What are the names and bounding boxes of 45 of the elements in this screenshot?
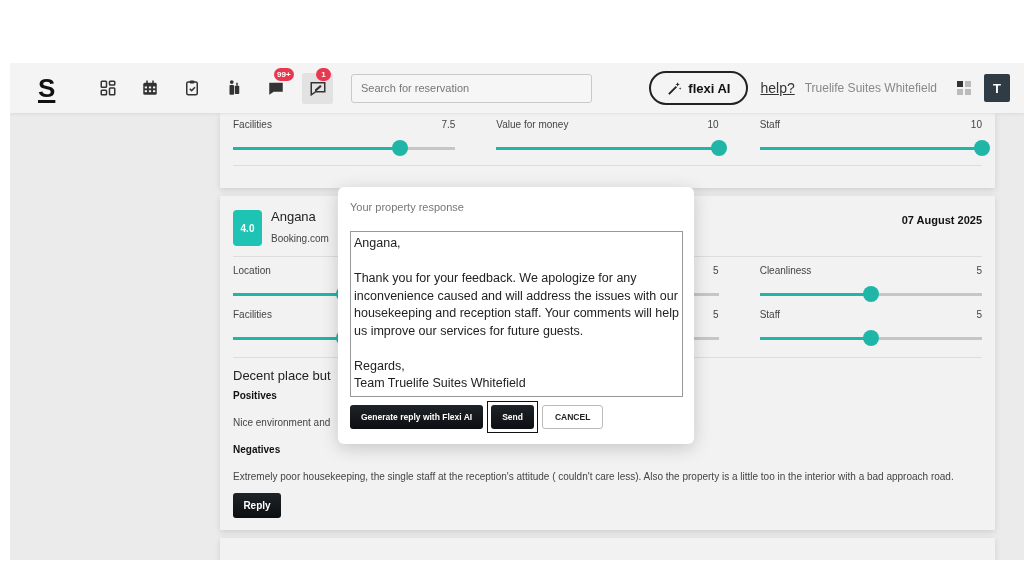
reply-button[interactable]: Reply: [233, 493, 281, 518]
review-source: Booking.com: [271, 233, 329, 244]
dialog-button[interactable]: Send: [487, 401, 538, 433]
score-badge: 4.0: [233, 210, 262, 246]
response-field[interactable]: Angana, Thank you for your feedback. We apologize for any inconvenience caused and will address the issues with our housekeeping and reception staff. Your comments will help us improve our services for future guests. Regards, Team Truelife Suites Whitefield: [350, 231, 683, 397]
rating-label: Staff: [759, 119, 781, 132]
rating-value: 10: [707, 119, 719, 132]
flexi-ai-button[interactable]: flexi AI: [649, 71, 749, 105]
dialog-title: Your property response: [350, 201, 465, 213]
rating-label: Facilities: [233, 119, 272, 132]
count-badge: 1: [316, 67, 331, 81]
slider-thumb[interactable]: [862, 286, 879, 302]
slider-thumb[interactable]: [974, 140, 990, 156]
rating-value: 10: [970, 119, 982, 132]
rating-value: 7.5: [441, 119, 456, 132]
slider-thumb[interactable]: [710, 140, 727, 156]
review-date: 07 August 2025: [901, 214, 982, 226]
rating-label: Facilities: [233, 309, 272, 322]
guest-name: Angana: [271, 209, 317, 224]
rating-label: Staff: [759, 309, 781, 322]
rating-value: 5: [713, 265, 719, 278]
rating-value: 5: [713, 309, 719, 322]
review-title: Decent place but: [233, 368, 331, 383]
rating-value: 5: [976, 265, 982, 278]
dashboard-icon: [98, 79, 117, 97]
magic-wand-icon: [667, 80, 683, 96]
slider-thumb[interactable]: [862, 330, 879, 346]
rating-label: Location: [233, 265, 271, 278]
review-text: Extremely poor housekeeping, the single staff at the reception's attitude ( couldn't care less). Also the property is a little too in the interior with a bad approach road.: [233, 471, 954, 482]
count-badge: 99+: [274, 67, 294, 81]
review-text: Nice environment and: [233, 417, 331, 428]
apps-grid-icon[interactable]: [957, 81, 971, 95]
property-name: Truelife Suites Whitefield: [804, 81, 937, 95]
user-avatar[interactable]: T: [984, 74, 1010, 102]
rating-label: Cleanliness: [759, 265, 812, 278]
section-heading: Positives: [233, 390, 278, 401]
calendar-icon: [140, 79, 159, 97]
search-field[interactable]: Search for reservation: [351, 73, 592, 103]
edit-chat-icon: [308, 79, 327, 97]
rating-value: 5: [976, 309, 982, 322]
section-heading: Negatives: [233, 444, 282, 455]
rating-label: Value for money: [496, 119, 569, 132]
help-link[interactable]: help?: [760, 80, 795, 96]
slider-thumb[interactable]: [391, 140, 408, 156]
logo[interactable]: S: [38, 72, 58, 104]
